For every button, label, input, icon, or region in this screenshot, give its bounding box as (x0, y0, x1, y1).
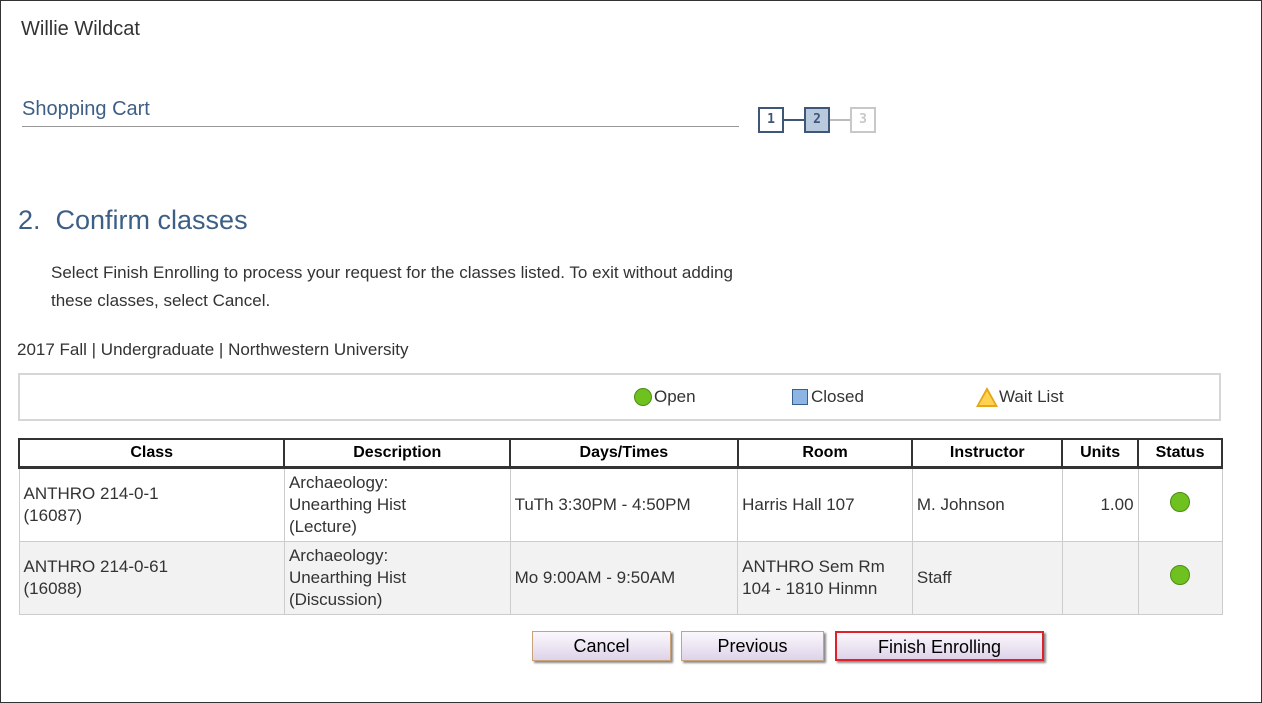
table-row: ANTHRO 214-0-61 (16088) Archaeology: Une… (18, 541, 1223, 615)
term-info: 2017 Fall | Undergraduate | Northwestern… (17, 340, 409, 359)
step-2-current: 2 (804, 107, 830, 133)
page-heading: 2. Confirm classes (18, 205, 248, 235)
class-name: ANTHRO 214-0-61 (23, 557, 169, 576)
table-row: ANTHRO 214-0-1 (16087) Archaeology: Unea… (18, 467, 1223, 542)
legend-wait-list-label: Wait List (999, 387, 1064, 406)
description-cell: Archaeology: Unearthing Hist (Lecture) (283, 467, 511, 542)
instructor-cell: Staff (911, 541, 1063, 615)
description-line: Archaeology: (288, 546, 389, 565)
legend-closed-label: Closed (811, 387, 864, 406)
step-3: 3 (850, 107, 876, 133)
room-line: ANTHRO Sem Rm (742, 557, 885, 576)
description-line: (Discussion) (288, 590, 383, 609)
section-divider (22, 126, 739, 127)
closed-status-icon (792, 389, 808, 405)
cancel-button[interactable]: Cancel (532, 631, 671, 661)
section-title: Shopping Cart (22, 98, 150, 120)
column-header-units: Units (1061, 438, 1140, 469)
description-line: Unearthing Hist (288, 568, 407, 587)
column-header-instructor: Instructor (911, 438, 1064, 469)
previous-button[interactable]: Previous (681, 631, 824, 661)
legend-closed: Closed (792, 387, 864, 407)
step-connector (830, 119, 850, 121)
room-cell: ANTHRO Sem Rm 104 - 1810 Hinmn (737, 541, 913, 615)
days-times-cell: TuTh 3:30PM - 4:50PM (509, 467, 739, 542)
step-indicator: 1 2 3 (758, 107, 880, 133)
class-cell: ANTHRO 214-0-1 (16087) (18, 467, 285, 542)
open-status-icon (1170, 492, 1191, 512)
open-status-icon (634, 388, 652, 406)
room-cell: Harris Hall 107 (737, 467, 913, 542)
units-cell: 1.00 (1061, 467, 1139, 542)
class-cell: ANTHRO 214-0-61 (16088) (18, 541, 285, 615)
instructor-cell: M. Johnson (911, 467, 1063, 542)
description-line: Unearthing Hist (288, 495, 407, 514)
class-number: (16088) (23, 579, 83, 598)
table-header-row: Class Description Days/Times Room Instru… (17, 438, 1223, 469)
legend-wait-list: Wait List (976, 387, 1064, 407)
units-cell (1061, 541, 1139, 615)
column-header-days-times: Days/Times (509, 438, 739, 469)
instructions-text: Select Finish Enrolling to process your … (51, 263, 733, 310)
column-header-status: Status (1137, 438, 1223, 469)
user-name: Willie Wildcat (21, 18, 140, 40)
class-name: ANTHRO 214-0-1 (23, 484, 159, 503)
legend-open: Open (634, 387, 696, 407)
room-line: 104 - 1810 Hinmn (742, 579, 878, 598)
column-header-room: Room (736, 438, 914, 469)
description-line: Archaeology: (288, 473, 389, 492)
wait-list-status-icon (976, 387, 998, 407)
finish-enrolling-button[interactable]: Finish Enrolling (835, 631, 1044, 661)
room-line: Harris Hall 107 (742, 495, 855, 514)
step-connector (784, 119, 804, 121)
status-legend: Open Closed Wait List (18, 373, 1221, 421)
classes-table: Class Description Days/Times Room Instru… (17, 438, 1223, 615)
column-header-description: Description (283, 438, 512, 469)
description-line: (Lecture) (288, 517, 357, 536)
open-status-icon (1170, 565, 1191, 585)
legend-open-label: Open (654, 387, 696, 406)
column-header-class: Class (17, 438, 286, 469)
step-1: 1 (758, 107, 784, 133)
status-cell (1137, 541, 1223, 615)
class-number: (16087) (23, 506, 83, 525)
status-cell (1137, 467, 1223, 542)
description-cell: Archaeology: Unearthing Hist (Discussion… (283, 541, 511, 615)
days-times-cell: Mo 9:00AM - 9:50AM (509, 541, 739, 615)
